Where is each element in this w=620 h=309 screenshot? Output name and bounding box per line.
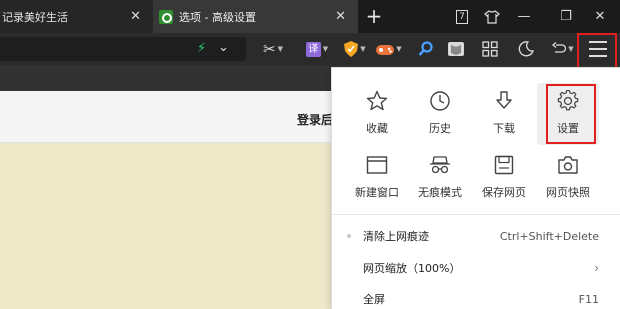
- menu-item-snapshot[interactable]: 网页快照: [537, 152, 599, 210]
- tab-advanced-settings[interactable]: 选项 - 高级设置 ✕: [153, 0, 358, 33]
- tab-label: 记录美好生活: [2, 10, 68, 24]
- menu-item-label: 保存网页: [482, 186, 526, 199]
- menu-item-label: 无痕模式: [418, 186, 462, 199]
- shortcut-label: F11: [578, 292, 599, 306]
- save-icon: [473, 152, 535, 178]
- login-text: 登录后: [297, 113, 334, 127]
- menu-row-zoom[interactable]: 网页缩放（100%） ›: [332, 253, 620, 283]
- translate-button[interactable]: 译 ▼: [302, 37, 332, 61]
- menu-row-label: 全屏: [363, 293, 385, 306]
- wrench-icon: [159, 9, 173, 24]
- menu-row-label: 清除上网痕迹: [363, 230, 429, 243]
- apps-grid-icon[interactable]: [478, 37, 502, 61]
- close-tab-icon[interactable]: ✕: [130, 9, 141, 24]
- clock-icon: [409, 88, 471, 114]
- star-icon: [346, 88, 408, 114]
- menu-divider: [332, 214, 620, 215]
- download-icon: [473, 88, 535, 114]
- minimize-button[interactable]: —: [510, 0, 538, 33]
- menu-item-save-page[interactable]: 保存网页: [473, 152, 535, 210]
- scissors-icon[interactable]: ✂ ▼: [258, 37, 288, 61]
- shortcut-label: Ctrl+Shift+Delete: [499, 229, 599, 243]
- restore-button[interactable]: ❐: [552, 0, 580, 33]
- menu-item-incognito[interactable]: 无痕模式: [409, 152, 471, 210]
- incognito-icon: [409, 152, 471, 178]
- menu-row-clear-traces[interactable]: 清除上网痕迹 Ctrl+Shift+Delete: [332, 221, 620, 251]
- menu-item-download[interactable]: 下载: [473, 88, 535, 146]
- menu-item-favorites[interactable]: 收藏: [346, 88, 408, 146]
- new-tab-button[interactable]: +: [362, 4, 386, 28]
- shield-icon[interactable]: ▼: [340, 37, 370, 61]
- chevron-right-icon: ›: [594, 261, 599, 275]
- settings-highlight: [546, 84, 596, 144]
- tab-record-life[interactable]: 记录美好生活 ✕: [0, 0, 153, 33]
- menu-item-label: 网页快照: [546, 186, 590, 199]
- gamepad-icon[interactable]: ▼: [374, 37, 404, 61]
- skin-icon[interactable]: [478, 0, 506, 33]
- main-menu: 收藏 历史 下载 设置 新建窗口 无痕模式 保存网页 网页快照 清除上网痕迹 C…: [331, 67, 620, 309]
- lightning-icon[interactable]: ⚡: [197, 42, 207, 56]
- toolbar: ⚡ ⌄ ✂ ▼ 译 ▼ ▼ ▼ ▼: [0, 33, 620, 65]
- address-bar[interactable]: ⚡ ⌄: [0, 37, 246, 61]
- translate-icon: 译: [305, 41, 321, 57]
- menu-item-label: 新建窗口: [355, 186, 399, 199]
- menu-item-label: 下载: [493, 122, 515, 135]
- menu-item-new-window[interactable]: 新建窗口: [346, 152, 408, 210]
- menu-item-label: 历史: [429, 122, 451, 135]
- window-icon: [346, 152, 408, 178]
- night-mode-icon[interactable]: [514, 37, 538, 61]
- tab-label: 选项 - 高级设置: [179, 10, 256, 24]
- chevron-down-icon[interactable]: ⌄: [218, 40, 229, 55]
- close-tab-icon[interactable]: ✕: [335, 9, 346, 24]
- undo-close-icon[interactable]: ▼: [548, 37, 578, 61]
- menu-icon[interactable]: [589, 41, 607, 57]
- tab-counter-button[interactable]: 7: [448, 0, 476, 33]
- menu-item-history[interactable]: 历史: [409, 88, 471, 146]
- menu-item-label: 收藏: [366, 122, 388, 135]
- tab-bar: 记录美好生活 ✕ 选项 - 高级设置 ✕ + 7 — ❐ ✕: [0, 0, 620, 33]
- tab-count: 7: [456, 9, 468, 24]
- menu-row-label: 网页缩放（100%）: [363, 262, 461, 275]
- close-window-button[interactable]: ✕: [586, 0, 614, 33]
- camera-icon: [537, 152, 599, 178]
- menu-row-fullscreen[interactable]: 全屏 F11: [332, 284, 620, 309]
- bullet-icon: [347, 234, 351, 238]
- search-icon[interactable]: [414, 37, 438, 61]
- reader-icon[interactable]: [444, 37, 468, 61]
